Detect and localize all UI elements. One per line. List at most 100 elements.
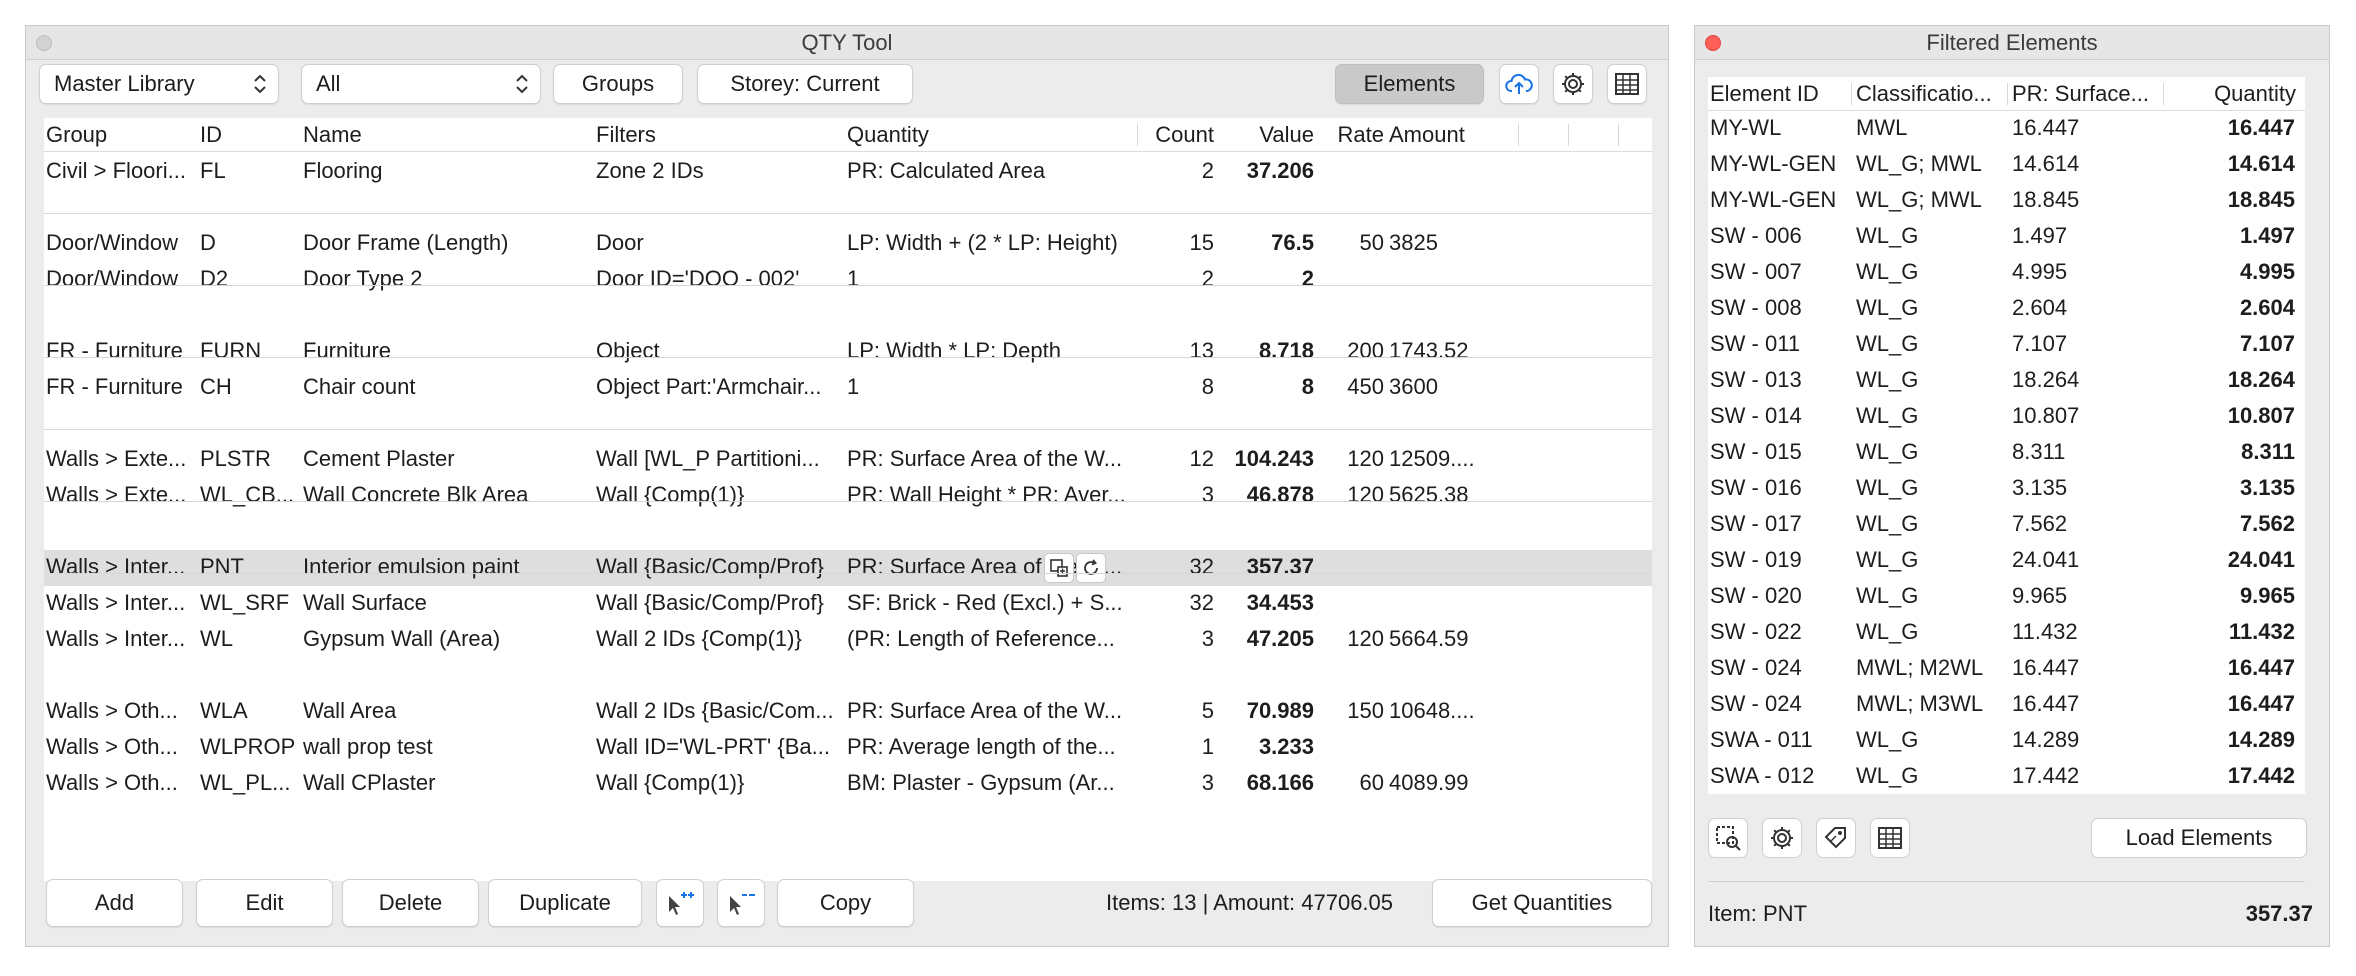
table-row[interactable]: Walls > Oth... WL_PL... Wall CPlaster Wall … (44, 766, 1652, 802)
remove-selection-button[interactable] (717, 879, 765, 927)
cell-qty: 16.447 (2227, 655, 2295, 680)
library-select[interactable]: Master Library (39, 64, 279, 104)
cell-filters: Wall ID='WL-PRT' {Ba... (596, 734, 830, 759)
cursor-minus-icon (730, 894, 755, 915)
table-row[interactable]: Walls > Inter... WL_SRF Wall Surface Wall {… (44, 586, 1652, 622)
add-selection-button[interactable] (656, 879, 704, 927)
quantity-table: Group ID Name Filters Quantity Count Val… (44, 118, 1652, 881)
table-row[interactable]: Walls > Exte... WL_CB... Wall Concrete Blk… (44, 478, 1652, 514)
cell-qty: 10.807 (2227, 403, 2295, 428)
table-row[interactable]: SW - 006 WL_G 1.497 1.497 (1708, 219, 2305, 255)
table-row[interactable]: Walls > Oth... WLPROP wall prop test Wall I… (44, 730, 1652, 766)
table-row[interactable]: SW - 014 WL_G 10.807 10.807 (1708, 399, 2305, 435)
column-header-quantity[interactable]: Quantity (2168, 77, 2300, 111)
column-header-rate[interactable]: Rate (1324, 118, 1384, 152)
table-row[interactable]: SW - 024 MWL; M3WL 16.447 16.447 (1708, 687, 2305, 723)
column-header-amount[interactable]: Amount (1389, 118, 1499, 152)
table-row[interactable]: SW - 019 WL_G 24.041 24.041 (1708, 543, 2305, 579)
cell-filters: Wall [WL_P Partitioni... (596, 446, 820, 471)
table-row[interactable]: Civil > Floori... FL Flooring Zone 2 IDs PR:… (44, 154, 1652, 190)
column-header-name[interactable]: Name (303, 118, 588, 152)
cell-group: Walls > Inter... (46, 626, 186, 651)
table-row[interactable]: SW - 011 WL_G 7.107 7.107 (1708, 327, 2305, 363)
table-row[interactable]: SW - 016 WL_G 3.135 3.135 (1708, 471, 2305, 507)
column-header-filters[interactable]: Filters (596, 118, 836, 152)
filter-settings-button[interactable] (1762, 818, 1802, 858)
column-header-count[interactable]: Count (1144, 118, 1214, 152)
cell-cls: WL_G (1856, 511, 1919, 536)
elements-toggle-button[interactable]: Elements (1335, 64, 1484, 104)
filter-select[interactable]: All (301, 64, 541, 104)
copy-button[interactable]: Copy (777, 879, 914, 927)
table-row[interactable]: Door/Window D2 Door Type 2 Door ID='DOO - 0… (44, 262, 1652, 298)
table-row[interactable]: SW - 007 WL_G 4.995 4.995 (1708, 255, 2305, 291)
cell-cls: WL_G (1856, 619, 1919, 644)
tag-button[interactable] (1816, 818, 1856, 858)
table-row[interactable]: MY-WL MWL 16.447 16.447 (1708, 111, 2305, 147)
table-row[interactable]: MY-WL-GEN WL_G; MWL 14.614 14.614 (1708, 147, 2305, 183)
column-header-element-id[interactable]: Element ID (1710, 77, 1850, 111)
cell-amount: 5664.59 (1389, 626, 1469, 651)
table-row[interactable]: SWA - 011 WL_G 14.289 14.289 (1708, 723, 2305, 759)
column-header-quantity[interactable]: Quantity (847, 118, 1107, 152)
window-close-button[interactable] (36, 35, 52, 51)
column-header-classification[interactable]: Classificatio... (1856, 77, 2006, 111)
edit-button[interactable]: Edit (196, 879, 333, 927)
cloud-upload-button[interactable] (1499, 64, 1539, 104)
cell-name: wall prop test (303, 734, 433, 759)
table-row[interactable]: Door/Window D Door Frame (Length) Door LP: W… (44, 226, 1652, 262)
cell-group: Walls > Exte... (46, 482, 187, 507)
cell-qty: 4.995 (2239, 259, 2295, 284)
column-header-group[interactable]: Group (46, 118, 196, 152)
duplicate-button[interactable]: Duplicate (488, 879, 642, 927)
cell-name: Door Frame (Length) (303, 230, 509, 255)
table-row[interactable]: Walls > Inter... PNT Interior emulsion pai… (44, 550, 1652, 586)
column-header-id[interactable]: ID (200, 118, 296, 152)
table-row[interactable]: SWA - 012 WL_G 17.442 17.442 (1708, 759, 2305, 795)
cell-id: SWA - 012 (1710, 763, 1815, 788)
select-element-button[interactable] (1708, 818, 1748, 858)
groups-button[interactable]: Groups (553, 64, 683, 104)
table-row[interactable]: FR - Furniture FURN Furniture Object LP: Wid… (44, 334, 1652, 370)
table-row[interactable]: MY-WL-GEN WL_G; MWL 18.845 18.845 (1708, 183, 2305, 219)
add-button[interactable]: Add (46, 879, 183, 927)
table-row[interactable]: SW - 020 WL_G 9.965 9.965 (1708, 579, 2305, 615)
table-row[interactable]: Walls > Exte... PLSTR Cement Plaster Wall [… (44, 442, 1652, 478)
table-row[interactable]: SW - 022 WL_G 11.432 11.432 (1708, 615, 2305, 651)
table-row[interactable]: Walls > Oth... WLA Wall Area Wall 2 IDs {Ba… (44, 694, 1652, 730)
row-refresh-button[interactable] (1076, 553, 1106, 583)
cell-filters: Wall {Basic/Comp/Prof} (596, 590, 824, 615)
cell-id: WLPROP (200, 734, 296, 759)
gear-icon (1562, 73, 1584, 95)
table-row[interactable]: FR - Furniture CH Chair count Object Part:'… (44, 370, 1652, 406)
cell-rate (1324, 262, 1384, 296)
cursor-plus-icon (669, 892, 694, 915)
cell-value: 8 (1301, 374, 1314, 399)
cell-group: Door/Window (46, 230, 179, 255)
storey-button[interactable]: Storey: Current (697, 64, 913, 104)
column-header-value[interactable]: Value (1224, 118, 1314, 152)
cell-count: 3 (1201, 770, 1214, 795)
table-row[interactable]: SW - 008 WL_G 2.604 2.604 (1708, 291, 2305, 327)
table-row[interactable]: SW - 015 WL_G 8.311 8.311 (1708, 435, 2305, 471)
table-row[interactable]: SW - 024 MWL; M2WL 16.447 16.447 (1708, 651, 2305, 687)
cell-id: MY-WL-GEN (1710, 151, 1837, 176)
table-row[interactable]: SW - 017 WL_G 7.562 7.562 (1708, 507, 2305, 543)
table-view-button[interactable] (1870, 818, 1910, 858)
cell-filters: Object (596, 338, 660, 363)
table-row[interactable]: SW - 013 WL_G 18.264 18.264 (1708, 363, 2305, 399)
settings-button[interactable] (1553, 64, 1593, 104)
delete-button[interactable]: Delete (342, 879, 479, 927)
table-view-button[interactable] (1607, 64, 1647, 104)
cell-group: Walls > Oth... (46, 770, 178, 795)
column-divider (2007, 83, 2008, 105)
window-close-button[interactable] (1705, 35, 1721, 51)
get-quantities-button[interactable]: Get Quantities (1432, 879, 1652, 927)
load-elements-button[interactable]: Load Elements (2091, 818, 2307, 858)
column-header-pr-surface[interactable]: PR: Surface... (2012, 77, 2160, 111)
cell-amount: 4089.99 (1389, 770, 1469, 795)
row-select-elements-button[interactable] (1044, 553, 1074, 583)
cell-qty: 16.447 (2227, 691, 2295, 716)
cell-filters: Wall {Comp(1)} (596, 770, 745, 795)
table-row[interactable]: Walls > Inter... WL Gypsum Wall (Area) Wall… (44, 622, 1652, 658)
